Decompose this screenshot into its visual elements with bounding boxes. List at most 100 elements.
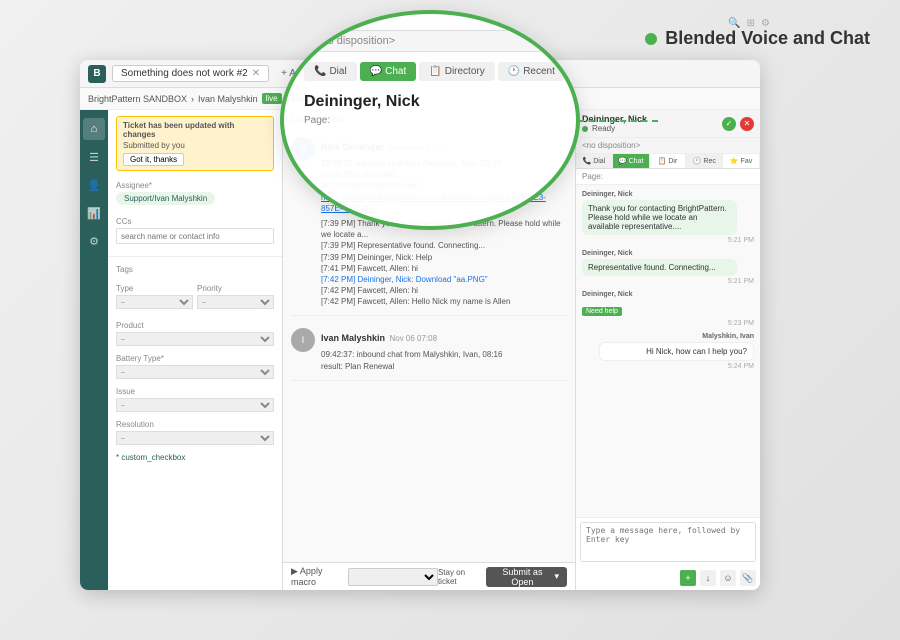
conv-line-2-1: result: Plan Renewal	[321, 361, 567, 372]
conv-line-1-10: [7:42 PM] Fawcett, Allen: hi	[321, 285, 567, 296]
issue-label: Issue	[116, 387, 274, 396]
chat-status-row: Ready	[582, 124, 647, 133]
agent-status-bar: 🔍 ⊞ ⚙	[728, 18, 770, 29]
custom-checkbox-label: * custom_checkbox	[116, 453, 274, 462]
nav-contacts-icon[interactable]: 👤	[83, 174, 105, 196]
chat-input-area: + ↓ ☺ 📎	[576, 517, 760, 590]
screenshot-container: Blended Voice and Chat B Something does …	[0, 0, 900, 640]
circle-tab-dial-label: Dial	[329, 66, 346, 77]
circle-tab-directory[interactable]: 📋 Directory	[419, 62, 494, 81]
conv-timestamp-2: Nov 06 07:08	[389, 334, 437, 343]
ticket-tab[interactable]: Something does not work #2 ✕	[112, 65, 269, 82]
conv-line-1-6: [7:39 PM] Representative found. Connecti…	[321, 240, 567, 251]
assignee-section: Assignee* Support/Ivan Malyshkin	[108, 177, 282, 213]
agent-status-text: Ready	[592, 124, 615, 133]
update-notice-title: Ticket has been updated with changes	[123, 121, 267, 139]
assignee-label-text: Assignee*	[116, 181, 152, 190]
type-select[interactable]: –	[116, 295, 193, 309]
circle-disposition-bar[interactable]: <no disposition>	[304, 30, 556, 52]
tab-recent[interactable]: 🕐 Rec	[686, 154, 723, 168]
chat-msg-time-2: 5:21 PM	[582, 278, 754, 285]
chat-emoji-btn[interactable]: ☺	[720, 570, 736, 586]
chat-msg-3: Deininger, Nick Need help 5:23 PM	[582, 291, 754, 327]
nav-home-icon[interactable]: ⌂	[83, 118, 105, 140]
priority-select[interactable]: –	[197, 295, 274, 309]
separator-1	[108, 256, 282, 257]
submit-open-btn[interactable]: Submit as Open ▾	[486, 567, 567, 587]
ccs-label: CCs	[116, 217, 274, 226]
chat-message-input[interactable]	[580, 522, 756, 562]
chat-disposition-bar[interactable]: <no disposition>	[576, 138, 760, 154]
chat-msg-time-3: 5:23 PM	[582, 320, 754, 327]
issue-select[interactable]: –	[116, 398, 274, 412]
tab-directory[interactable]: 📋 Dir	[650, 154, 687, 168]
chat-msg-4: Malyshkin, Ivan Hi Nick, how can I help …	[582, 333, 754, 370]
macro-select[interactable]	[348, 568, 438, 586]
chat-msg-bubble-1: Thank you for contacting BrightPattern. …	[582, 200, 737, 235]
tab-close-icon[interactable]: ✕	[252, 68, 260, 79]
submit-btn-label: Submit as Open	[494, 567, 550, 587]
chat-msg-sender-4: Malyshkin, Ivan	[582, 333, 754, 340]
apply-macro: ▶ Apply macro	[291, 566, 438, 587]
chat-action-red-btn[interactable]: ✕	[740, 117, 754, 131]
priority-item: Priority –	[197, 284, 274, 309]
chat-page-bar: Page:	[576, 169, 760, 185]
product-section: Product –	[108, 317, 282, 350]
conv-text-2: 09:42:37: inbound chat from Malyshkin, I…	[321, 349, 567, 371]
circle-tab-chat[interactable]: 💬 Chat	[360, 62, 417, 81]
nav-settings-icon[interactable]: ⚙	[83, 230, 105, 252]
circle-tab-recent[interactable]: 🕐 Recent	[498, 62, 565, 81]
chat-msg-2: Deininger, Nick Representative found. Co…	[582, 250, 754, 285]
nav-tickets-icon[interactable]: ☰	[83, 146, 105, 168]
agent-settings-icon: ⚙	[761, 18, 770, 29]
conv-user-row-2: I Ivan Malyshkin Nov 06 07:08 09:42:37: …	[291, 328, 567, 371]
chat-msg-time-4: 5:24 PM	[582, 363, 754, 370]
custom-checkbox-section: * custom_checkbox	[108, 449, 282, 468]
dashed-connector-line	[578, 120, 658, 122]
breadcrumb-user: Ivan Malyshkin	[198, 94, 258, 104]
circle-tab-dial[interactable]: 📞 Dial	[304, 62, 357, 81]
tab-favorites[interactable]: ⭐ Fav	[723, 154, 760, 168]
got-it-button[interactable]: Got it, thanks	[123, 153, 184, 166]
tab-chat[interactable]: 💬 Chat	[613, 154, 650, 168]
chat-msg-bubble-2: Representative found. Connecting...	[582, 259, 737, 276]
assignee-label: Assignee*	[116, 181, 274, 190]
apply-macro-label: ▶ Apply macro	[291, 566, 344, 587]
tab-dial[interactable]: 📞 Dial	[576, 154, 613, 168]
conv-message-2: I Ivan Malyshkin Nov 06 07:08 09:42:37: …	[291, 328, 567, 380]
battery-select[interactable]: –	[116, 365, 274, 379]
nav-analytics-icon[interactable]: 📊	[83, 202, 105, 224]
chat-download-btn[interactable]: ↓	[700, 570, 716, 586]
circle-contact-name: Deininger, Nick	[304, 93, 556, 111]
chat-msg-bubble-4: Hi Nick, how can I help you?	[599, 342, 754, 361]
blended-dot	[645, 33, 657, 45]
chat-tabs: 📞 Dial 💬 Chat 📋 Dir 🕐 Rec ⭐ Fav	[576, 154, 760, 169]
agent-status-icon: 🔍	[728, 18, 740, 29]
left-panel: Ticket has been updated with changes Sub…	[108, 110, 283, 590]
tags-section: Tags	[108, 261, 282, 280]
assignee-value[interactable]: Support/Ivan Malyshkin	[116, 192, 215, 205]
priority-label: Priority	[197, 284, 274, 293]
chat-attach-btn[interactable]: 📎	[740, 570, 756, 586]
ccs-section: CCs	[108, 213, 282, 252]
conv-user-info-2: Ivan Malyshkin Nov 06 07:08 09:42:37: in…	[321, 328, 567, 371]
conv-line-2-0: 09:42:37: inbound chat from Malyshkin, I…	[321, 349, 567, 360]
chat-action-green-btn[interactable]: ✓	[722, 117, 736, 131]
bottom-actions: Stay on ticket Submit as Open ▾	[438, 567, 567, 587]
type-item: Type –	[116, 284, 193, 309]
stay-on-ticket-btn[interactable]: Stay on ticket	[438, 568, 480, 586]
breadcrumb-sandbox: BrightPattern SANDBOX	[88, 94, 187, 104]
circle-channel-tabs: 📞 Dial 💬 Chat 📋 Directory 🕐 Recent ⭐ Fav…	[304, 62, 556, 81]
product-select[interactable]: –	[116, 332, 274, 346]
tab-title: Something does not work #2	[121, 68, 248, 79]
bottom-bar: ▶ Apply macro Stay on ticket Submit as O…	[283, 562, 575, 590]
type-priority-section: Type – Priority –	[108, 280, 282, 317]
chat-add-btn[interactable]: +	[680, 570, 696, 586]
blended-voice-chat-label: Blended Voice and Chat	[645, 28, 870, 49]
resolution-select[interactable]: –	[116, 431, 274, 445]
resolution-label: Resolution	[116, 420, 274, 429]
update-notice-sub: Submitted by you	[123, 141, 267, 150]
blended-label-text: Blended Voice and Chat	[665, 28, 870, 49]
circle-page-label: Page:	[304, 115, 556, 126]
ccs-input[interactable]	[116, 228, 274, 244]
